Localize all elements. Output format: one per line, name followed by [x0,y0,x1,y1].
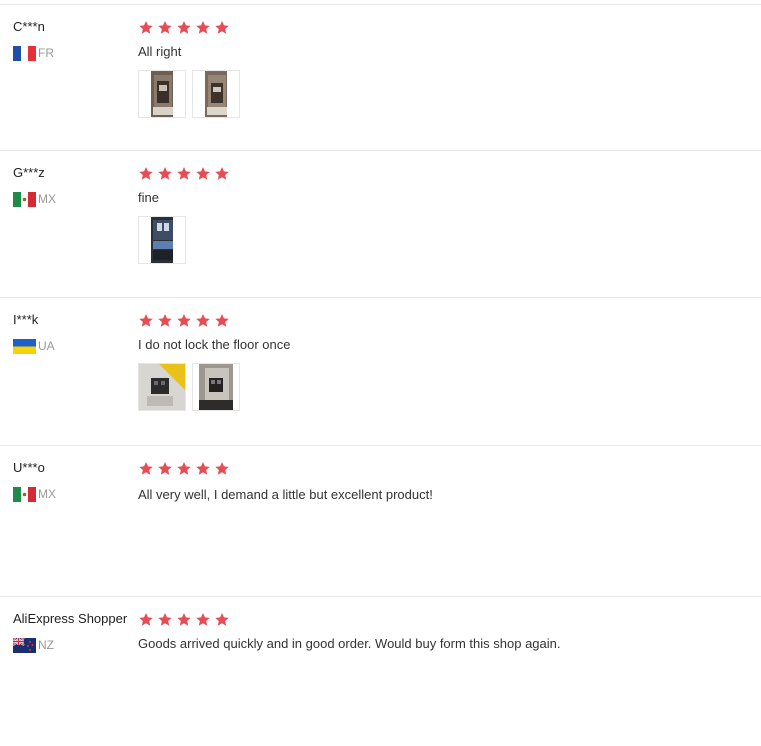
reviewer-info: U***o MX [13,460,133,502]
star-icon [139,20,153,34]
reviewer-name: C***n [13,19,45,34]
star-icon [196,612,210,626]
reviewer-country: NZ [13,637,133,653]
country-code: MX [38,191,56,206]
star-icon [177,612,191,626]
star-icon [177,461,191,475]
reviewer-info: I***k UA [13,312,133,354]
review-text: Goods arrived quickly and in good order.… [138,636,561,651]
star-icon [158,166,172,180]
review-content: All very well, I demand a little but exc… [138,460,751,503]
star-icon [196,461,210,475]
country-code: FR [38,45,54,60]
reviewer-info: AliExpress Shopper NZ [13,611,133,653]
review-content: fine [138,165,751,264]
reviewer-country: UA [13,338,133,354]
star-icon [158,313,172,327]
star-icon [177,166,191,180]
country-code: NZ [38,637,54,652]
star-icon [139,461,153,475]
star-icon [158,461,172,475]
flag-ua-icon [13,338,36,354]
star-icon [196,20,210,34]
star-icon [215,313,229,327]
star-icon [177,20,191,34]
reviewer-info: C***n FR [13,19,133,61]
star-icon [158,612,172,626]
review-item: AliExpress Shopper NZ Goods arrived quic… [0,596,761,746]
review-photos [138,363,751,411]
review-text: I do not lock the floor once [138,337,291,352]
star-icon [215,166,229,180]
reviewer-name: I***k [13,312,39,327]
star-icon [158,20,172,34]
review-photo-thumbnail[interactable] [192,363,240,411]
star-icon [215,612,229,626]
reviewer-name: AliExpress Shopper [13,611,128,626]
star-icon [215,20,229,34]
review-list: C***n FR All right G***z MX fine I***k U… [0,0,761,746]
review-item: C***n FR All right [0,4,761,150]
review-text: fine [138,190,159,205]
review-content: I do not lock the floor once [138,312,751,411]
reviewer-name: U***o [13,460,45,475]
star-rating [138,460,751,476]
reviewer-country: MX [13,486,133,502]
review-content: Goods arrived quickly and in good order.… [138,611,751,652]
review-photo-thumbnail[interactable] [138,70,186,118]
star-rating [138,19,751,35]
review-item: U***o MX All very well, I demand a littl… [0,445,761,596]
flag-mx-icon [13,486,36,502]
review-content: All right [138,19,751,118]
review-item: I***k UA I do not lock the floor once [0,297,761,445]
flag-mx-icon [13,191,36,207]
flag-nz-icon [13,637,36,653]
review-photo-thumbnail[interactable] [138,363,186,411]
star-icon [196,313,210,327]
star-icon [196,166,210,180]
star-icon [139,612,153,626]
star-icon [139,166,153,180]
star-icon [177,313,191,327]
review-item: G***z MX fine [0,150,761,297]
review-photo-thumbnail[interactable] [138,216,186,264]
review-photos [138,70,751,118]
review-photos [138,216,751,264]
star-icon [215,461,229,475]
reviewer-info: G***z MX [13,165,133,207]
star-icon [139,313,153,327]
star-rating [138,165,751,181]
reviewer-name: G***z [13,165,45,180]
reviewer-country: FR [13,45,133,61]
review-text: All right [138,44,182,59]
star-rating [138,611,751,627]
country-code: UA [38,338,55,353]
review-text: All very well, I demand a little but exc… [138,487,433,502]
country-code: MX [38,486,56,501]
flag-fr-icon [13,45,36,61]
review-photo-thumbnail[interactable] [192,70,240,118]
reviewer-country: MX [13,191,133,207]
star-rating [138,312,751,328]
